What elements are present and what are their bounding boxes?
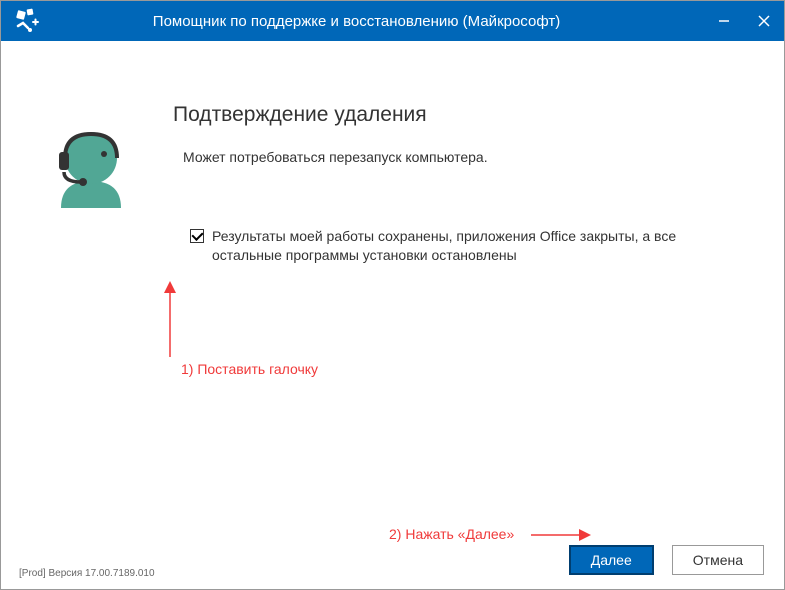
confirm-checkbox-row: Результаты моей работы сохранены, прилож… [190, 227, 754, 265]
window-title: Помощник по поддержке и восстановлению (… [49, 13, 704, 30]
annotation-arrow-1 [163, 281, 177, 359]
confirm-checkbox[interactable] [190, 229, 204, 243]
footer: [Prod] Версия 17.00.7189.010 Далее Отмен… [1, 529, 784, 589]
cancel-button[interactable]: Отмена [672, 545, 764, 575]
headset-person-icon [51, 126, 133, 221]
confirm-checkbox-label: Результаты моей работы сохранены, прилож… [212, 227, 724, 265]
footer-buttons: Далее Отмена [569, 545, 764, 575]
next-button[interactable]: Далее [569, 545, 654, 575]
annotation-text-1: 1) Поставить галочку [181, 361, 318, 377]
titlebar: Помощник по поддержке и восстановлению (… [1, 1, 784, 41]
app-icon [13, 7, 41, 35]
minimize-button[interactable] [704, 1, 744, 41]
window-controls [704, 1, 784, 41]
content-area: Подтверждение удаления Может потребовать… [1, 41, 784, 529]
window: Помощник по поддержке и восстановлению (… [0, 0, 785, 590]
page-subtext: Может потребоваться перезапуск компьютер… [183, 149, 754, 165]
page-title: Подтверждение удаления [173, 103, 754, 127]
close-button[interactable] [744, 1, 784, 41]
version-label: [Prod] Версия 17.00.7189.010 [19, 568, 155, 579]
